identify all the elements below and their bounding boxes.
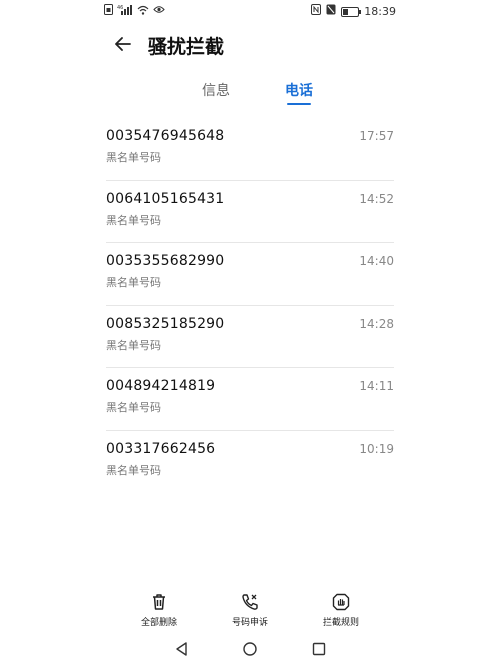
call-time: 17:57 bbox=[359, 129, 394, 143]
number-appeal-button[interactable]: 号码申诉 bbox=[220, 590, 280, 628]
square-recents-icon bbox=[312, 642, 326, 656]
phone-number: 0035476945648 bbox=[106, 128, 225, 144]
mute-icon bbox=[326, 4, 336, 19]
nav-home-button[interactable] bbox=[242, 641, 258, 661]
bottom-action-bar: 全部删除 号码申诉 拦截规则 bbox=[0, 590, 500, 630]
blocked-call-list: 0035476945648 黑名单号码 17:57 0064105165431 … bbox=[106, 118, 394, 493]
eye-icon bbox=[153, 5, 165, 18]
trash-icon bbox=[153, 594, 165, 610]
wifi-icon bbox=[137, 5, 149, 19]
status-right: 18:39 bbox=[311, 4, 396, 19]
block-reason: 黑名单号码 bbox=[106, 151, 161, 164]
list-item[interactable]: 0085325185290 黑名单号码 14:28 bbox=[106, 306, 394, 368]
block-reason: 黑名单号码 bbox=[106, 401, 161, 414]
phone-number: 004894214819 bbox=[106, 378, 216, 394]
list-item[interactable]: 0035476945648 黑名单号码 17:57 bbox=[106, 118, 394, 181]
phone-number: 0035355682990 bbox=[106, 253, 225, 269]
number-appeal-label: 号码申诉 bbox=[231, 618, 268, 628]
sim-icon bbox=[104, 4, 113, 19]
block-rules-button[interactable]: 拦截规则 bbox=[311, 590, 371, 628]
block-reason: 黑名单号码 bbox=[106, 463, 161, 477]
page-title: 骚扰拦截 bbox=[148, 36, 225, 58]
tab-bar: 信息 电话 bbox=[0, 80, 500, 110]
phone-number: 0064105165431 bbox=[106, 190, 225, 207]
block-reason: 黑名单号码 bbox=[106, 338, 161, 352]
call-time: 14:52 bbox=[359, 191, 394, 206]
arrow-left-icon bbox=[115, 37, 131, 51]
nav-back-button[interactable] bbox=[174, 641, 190, 661]
tab-messages[interactable]: 信息 bbox=[202, 80, 230, 100]
status-left: 46 bbox=[104, 4, 165, 19]
active-tab-indicator bbox=[287, 103, 311, 105]
list-item[interactable]: 0064105165431 黑名单号码 14:52 bbox=[106, 181, 394, 243]
phone-number: 003317662456 bbox=[106, 440, 216, 457]
call-time: 10:19 bbox=[359, 441, 394, 456]
block-rules-label: 拦截规则 bbox=[322, 618, 359, 628]
signal-icon: 46 bbox=[117, 4, 133, 19]
battery-icon bbox=[341, 6, 362, 17]
svg-text:46: 46 bbox=[117, 5, 123, 11]
block-reason: 黑名单号码 bbox=[106, 213, 161, 227]
nfc-icon bbox=[311, 4, 322, 19]
triangle-back-icon bbox=[176, 642, 187, 656]
phone-number: 0085325185290 bbox=[106, 315, 225, 332]
list-item[interactable]: 0035355682990 黑名单号码 14:40 bbox=[106, 243, 394, 306]
delete-all-label: 全部删除 bbox=[140, 618, 177, 628]
circle-home-icon bbox=[243, 642, 257, 656]
system-nav-bar bbox=[0, 636, 500, 664]
phone-appeal-icon bbox=[242, 594, 258, 610]
delete-all-button[interactable]: 全部删除 bbox=[129, 590, 189, 628]
status-bar: 46 18:39 bbox=[0, 0, 500, 22]
list-item[interactable]: 004894214819 黑名单号码 14:11 bbox=[106, 368, 394, 431]
shield-hand-icon bbox=[332, 593, 350, 611]
status-time: 18:39 bbox=[364, 5, 396, 18]
block-reason: 黑名单号码 bbox=[106, 276, 161, 289]
list-item[interactable]: 003317662456 黑名单号码 10:19 bbox=[106, 431, 394, 494]
call-time: 14:28 bbox=[359, 316, 394, 331]
call-time: 14:11 bbox=[359, 379, 394, 393]
header: 骚扰拦截 bbox=[0, 26, 500, 62]
call-time: 14:40 bbox=[359, 254, 394, 268]
back-button[interactable] bbox=[110, 30, 138, 58]
nav-recents-button[interactable] bbox=[311, 641, 327, 661]
tab-calls[interactable]: 电话 bbox=[285, 80, 313, 100]
